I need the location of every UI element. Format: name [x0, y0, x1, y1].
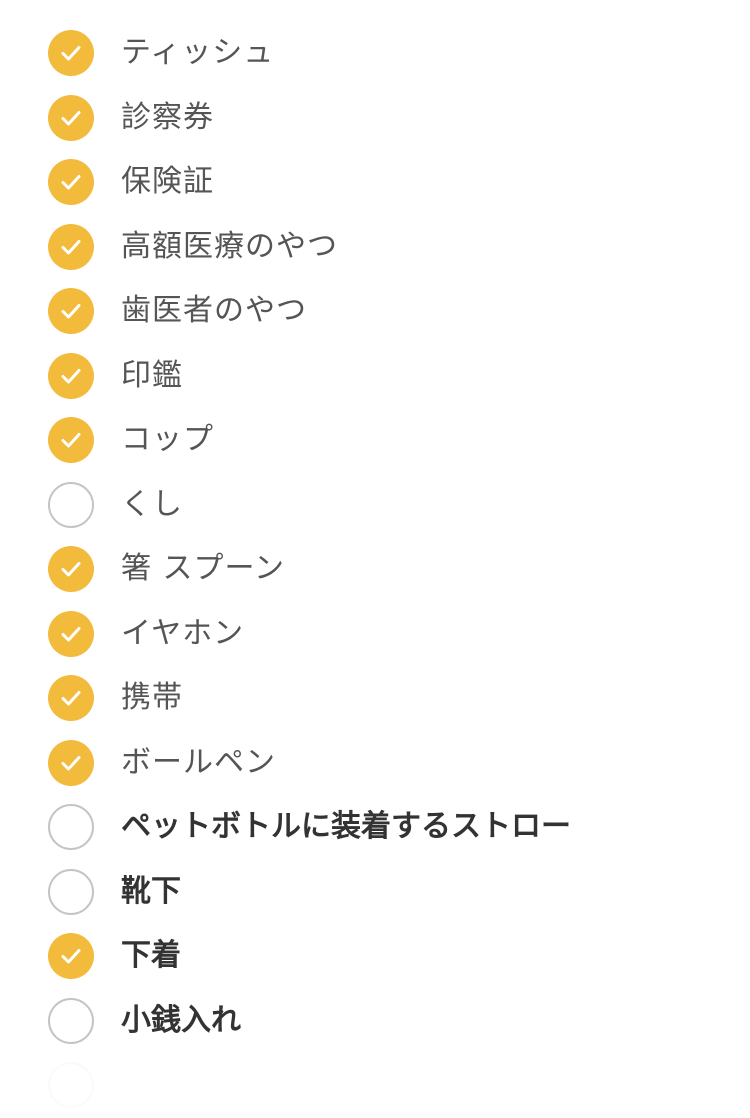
item-label: コップ [121, 422, 214, 458]
checklist: ティッシュ 診察券 保険証 高額医療のやつ 歯医者のやつ 印鑑 コップ くし 箸… [0, 21, 750, 1118]
list-item[interactable]: ボールペン [0, 731, 750, 796]
list-item[interactable]: ペットボトルに装着するストロー [0, 795, 750, 860]
item-label: 高額医療のやつ [121, 228, 338, 264]
item-label: ボールペン [121, 744, 276, 780]
check-circle-icon[interactable] [48, 610, 94, 657]
item-label: 箸 スプーン [121, 551, 286, 587]
check-circle-icon[interactable] [48, 288, 94, 335]
list-item[interactable]: 下着 [0, 924, 750, 989]
empty-circle-icon[interactable] [48, 481, 94, 528]
item-label: 小銭入れ [121, 1002, 241, 1038]
item-label: 保険証 [121, 164, 214, 200]
check-circle-icon[interactable] [48, 159, 94, 206]
list-item[interactable]: 高額医療のやつ [0, 215, 750, 280]
list-item[interactable]: 靴下 [0, 860, 750, 925]
check-circle-icon[interactable] [48, 417, 94, 464]
list-item[interactable]: 小銭入れ [0, 989, 750, 1054]
item-label: ティッシュ [121, 35, 275, 71]
check-circle-icon[interactable] [48, 675, 94, 722]
check-circle-icon[interactable] [48, 933, 94, 980]
empty-circle-icon [48, 1062, 94, 1109]
check-circle-icon[interactable] [48, 739, 94, 786]
list-item[interactable]: 保険証 [0, 150, 750, 215]
check-circle-icon[interactable] [48, 352, 94, 399]
list-item[interactable]: イヤホン [0, 602, 750, 667]
item-label: 歯医者のやつ [121, 293, 307, 329]
empty-circle-icon[interactable] [48, 804, 94, 851]
list-item[interactable]: 歯医者のやつ [0, 279, 750, 344]
check-circle-icon[interactable] [48, 546, 94, 593]
empty-circle-icon[interactable] [48, 868, 94, 915]
item-label: 印鑑 [121, 357, 183, 393]
check-circle-icon[interactable] [48, 223, 94, 270]
item-label: 靴下 [121, 873, 181, 909]
list-item[interactable]: くし [0, 473, 750, 538]
item-label: ペットボトルに装着するストロー [121, 809, 571, 845]
list-item[interactable]: ティッシュ [0, 21, 750, 86]
item-label: 携帯 [121, 680, 183, 716]
item-label: 下着 [121, 938, 181, 974]
list-item[interactable]: 診察券 [0, 86, 750, 151]
item-label: くし [121, 486, 183, 522]
item-label: 診察券 [121, 99, 214, 135]
list-item-partial [0, 1053, 750, 1118]
list-item[interactable]: 箸 スプーン [0, 537, 750, 602]
list-item[interactable]: 印鑑 [0, 344, 750, 409]
item-label: イヤホン [121, 615, 245, 651]
list-item[interactable]: コップ [0, 408, 750, 473]
list-item[interactable]: 携帯 [0, 666, 750, 731]
check-circle-icon[interactable] [48, 30, 94, 77]
check-circle-icon[interactable] [48, 94, 94, 141]
empty-circle-icon[interactable] [48, 997, 94, 1044]
